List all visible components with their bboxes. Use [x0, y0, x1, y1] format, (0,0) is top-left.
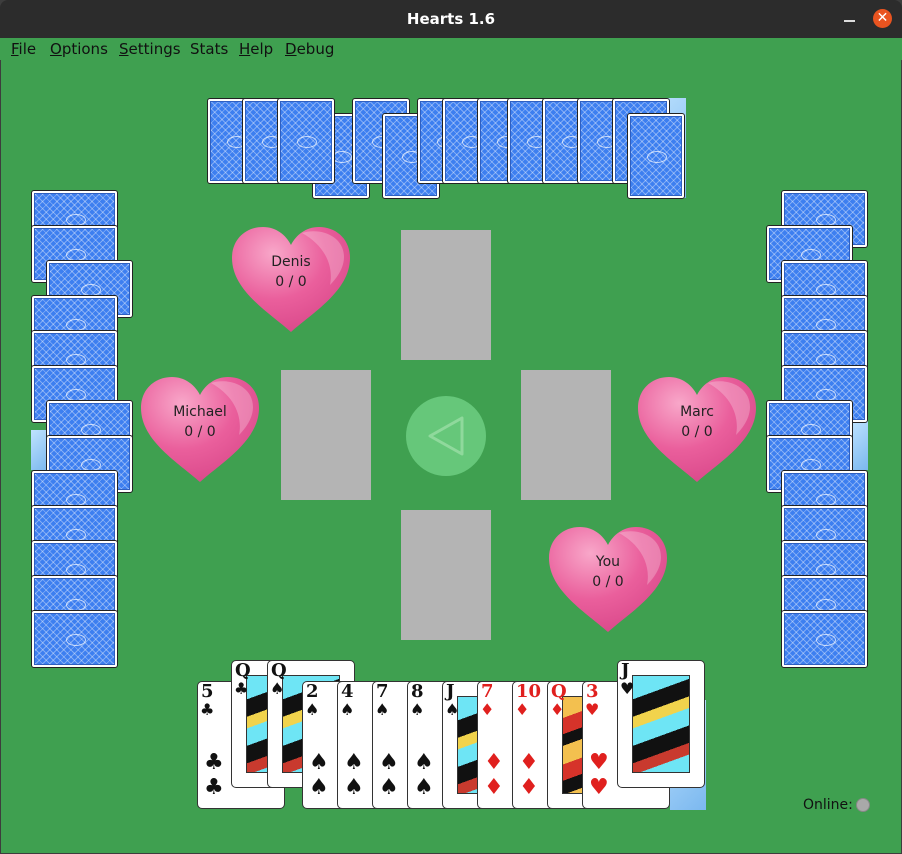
card-suit: ♠ — [270, 679, 285, 698]
card-back — [781, 610, 868, 668]
trick-slot-east — [521, 370, 611, 500]
card-suit: ♣ — [234, 679, 249, 698]
menu-file[interactable]: File — [11, 40, 36, 58]
card-rank: 2 — [306, 681, 319, 702]
card-suit: ♠ — [305, 700, 320, 719]
player-badge-marc: Marc 0 / 0 — [636, 375, 758, 485]
suit-pip: ♣ — [204, 750, 224, 775]
card-suit: ♠ — [375, 700, 390, 719]
card-rank: J — [446, 681, 455, 702]
suit-pip: ♠ — [309, 750, 329, 775]
player-badge-denis: Denis 0 / 0 — [230, 225, 352, 335]
player-badge-you: You 0 / 0 — [547, 525, 669, 635]
card-suit: ♦ — [515, 700, 530, 719]
card-rank: 8 — [411, 681, 424, 702]
card-rank: Q — [235, 660, 251, 681]
card-suit: ♠ — [410, 700, 425, 719]
card-rank: 4 — [341, 681, 354, 702]
menu-settings[interactable]: Settings — [119, 40, 181, 58]
card-back — [277, 98, 335, 184]
card-suit: ♠ — [445, 700, 460, 719]
online-status-indicator — [856, 798, 870, 812]
suit-pip: ♠ — [344, 775, 364, 800]
card-rank: 10 — [516, 681, 542, 702]
face-card-art — [632, 675, 690, 773]
player-score: 0 / 0 — [184, 424, 216, 440]
card-suit: ♥ — [620, 679, 635, 698]
menu-options[interactable]: Options — [50, 40, 108, 58]
card-rank: 5 — [201, 681, 214, 702]
suit-pip: ♦ — [519, 750, 539, 775]
suit-pip: ♥ — [589, 750, 609, 775]
suit-pip: ♣ — [204, 775, 224, 800]
suit-pip: ♠ — [414, 775, 434, 800]
card-highlight — [851, 420, 868, 470]
player-score: 0 / 0 — [275, 274, 307, 290]
suit-pip: ♦ — [484, 775, 504, 800]
card-rank: J — [621, 660, 630, 681]
suit-pip: ♠ — [309, 775, 329, 800]
player-badge-michael: Michael 0 / 0 — [139, 375, 261, 485]
trick-slot-north — [401, 230, 491, 360]
card-rank: 7 — [481, 681, 494, 702]
menu-help[interactable]: Help — [239, 40, 273, 58]
online-label: Online: — [803, 797, 853, 813]
card-rank: Q — [551, 681, 567, 702]
player-name: Michael — [173, 404, 227, 420]
player-score: 0 / 0 — [681, 424, 713, 440]
suit-pip: ♥ — [589, 775, 609, 800]
card-suit: ♣ — [200, 700, 215, 719]
suit-pip: ♠ — [344, 750, 364, 775]
minimize-button[interactable] — [840, 10, 860, 28]
card-rank: 3 — [586, 681, 599, 702]
player-name: Denis — [271, 254, 311, 270]
suit-pip: ♠ — [414, 750, 434, 775]
suit-pip: ♦ — [484, 750, 504, 775]
hand-card[interactable]: J ♥ — [617, 660, 705, 788]
player-score: 0 / 0 — [592, 574, 624, 590]
left-arrow-icon — [428, 416, 464, 456]
suit-pip: ♠ — [379, 750, 399, 775]
menu-bar: File Options Settings Stats Help Debug — [0, 38, 902, 60]
suit-pip: ♦ — [519, 775, 539, 800]
card-suit: ♦ — [480, 700, 495, 719]
menu-debug[interactable]: Debug — [285, 40, 334, 58]
card-suit: ♠ — [340, 700, 355, 719]
title-bar: Hearts 1.6 ✕ — [0, 0, 902, 38]
card-highlight — [31, 430, 47, 470]
suit-pip: ♠ — [379, 775, 399, 800]
trick-slot-west — [281, 370, 371, 500]
window-title: Hearts 1.6 — [406, 10, 496, 28]
trick-slot-south — [401, 510, 491, 640]
card-back — [31, 610, 118, 668]
player-name: You — [595, 554, 621, 570]
card-suit: ♥ — [585, 700, 600, 719]
pass-cards-button[interactable] — [406, 396, 486, 476]
card-rank: 7 — [376, 681, 389, 702]
close-button[interactable]: ✕ — [873, 9, 892, 28]
player-name: Marc — [680, 404, 714, 420]
card-rank: Q — [271, 660, 287, 681]
card-suit: ♦ — [550, 700, 565, 719]
card-back — [627, 113, 685, 199]
menu-stats[interactable]: Stats — [190, 40, 228, 58]
